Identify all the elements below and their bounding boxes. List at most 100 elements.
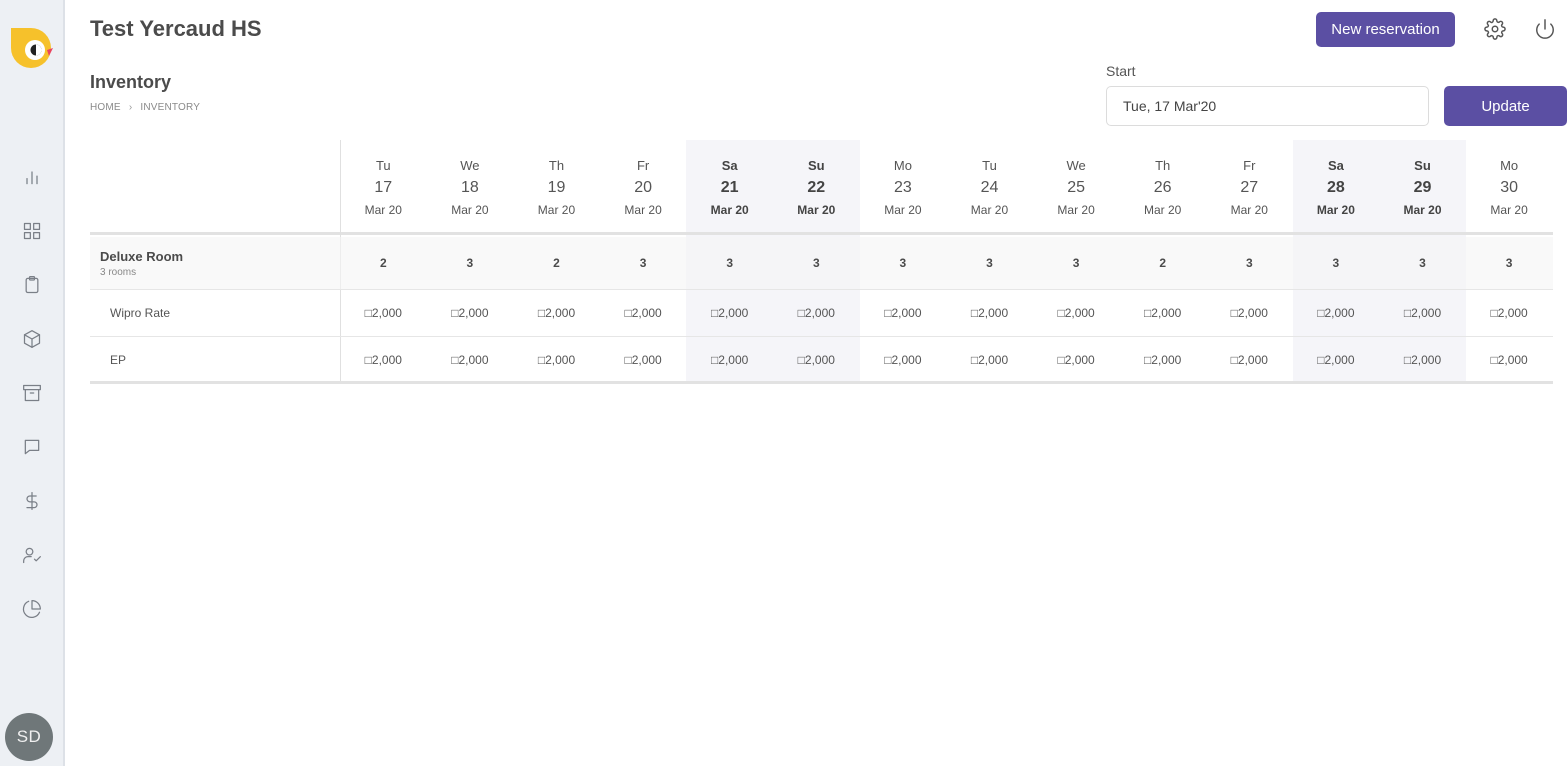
rate-cell[interactable]: □2,000 xyxy=(1119,353,1206,367)
rate-cell[interactable]: □2,000 xyxy=(513,353,600,367)
availability-cell[interactable]: 3 xyxy=(1379,256,1466,270)
rate-cell[interactable]: □2,000 xyxy=(773,353,860,367)
archive-icon[interactable] xyxy=(20,381,44,405)
rate-cell[interactable]: □2,000 xyxy=(340,306,427,320)
app-logo[interactable] xyxy=(9,26,53,68)
availability-cell[interactable]: 3 xyxy=(1466,256,1553,270)
dollar-icon[interactable] xyxy=(20,489,44,513)
chevron-right-icon: › xyxy=(128,102,133,113)
rate-cell[interactable]: □2,000 xyxy=(946,306,1033,320)
rate-cell[interactable]: □2,000 xyxy=(686,353,773,367)
date-month: Mar 20 xyxy=(624,203,662,217)
user-check-icon[interactable] xyxy=(20,543,44,567)
rate-row: Wipro Rate □2,000 □2,000 □2,000 □2,000 □2,000… xyxy=(90,290,1553,337)
date-dow: Mo xyxy=(893,158,912,173)
room-name[interactable]: Deluxe Room xyxy=(100,249,183,264)
rate-cell[interactable]: □2,000 xyxy=(1033,353,1120,367)
rate-cell[interactable]: □2,000 xyxy=(600,306,687,320)
grid-icon[interactable] xyxy=(20,219,44,243)
update-button[interactable]: Update xyxy=(1444,86,1567,126)
date-dow: Mo xyxy=(1500,158,1519,173)
date-column-header: Tu 17 Mar 20 xyxy=(340,140,427,235)
availability-cell[interactable]: 2 xyxy=(340,256,427,270)
availability-cell[interactable]: 3 xyxy=(600,256,687,270)
start-date-input[interactable] xyxy=(1106,86,1429,126)
rate-plan-name[interactable]: Wipro Rate xyxy=(110,306,170,320)
start-date-label: Start xyxy=(1106,63,1136,79)
availability-cell[interactable]: 3 xyxy=(427,256,514,270)
date-dow: Th xyxy=(548,158,565,173)
message-icon[interactable] xyxy=(20,435,44,459)
date-dow: Tu xyxy=(982,158,997,173)
date-dow: Sa xyxy=(1327,158,1344,173)
date-day: 24 xyxy=(980,179,999,196)
date-month: Mar 20 xyxy=(1403,203,1442,217)
pie-chart-icon[interactable] xyxy=(20,597,44,621)
rate-cell[interactable]: □2,000 xyxy=(1119,306,1206,320)
rate-cell[interactable]: □2,000 xyxy=(1466,353,1553,367)
rate-cell[interactable]: □2,000 xyxy=(427,353,514,367)
date-month: Mar 20 xyxy=(537,203,576,217)
rate-cell[interactable]: □2,000 xyxy=(513,306,600,320)
rate-cell[interactable]: □2,000 xyxy=(946,353,1033,367)
date-column-header: Mo 23 Mar 20 xyxy=(860,140,947,235)
date-month: Mar 20 xyxy=(451,203,489,217)
rate-cell[interactable]: □2,000 xyxy=(1206,306,1293,320)
breadcrumb: HOME › INVENTORY xyxy=(90,102,200,113)
availability-cell[interactable]: 3 xyxy=(946,256,1033,270)
page-title: Inventory xyxy=(90,72,172,92)
date-month: Mar 20 xyxy=(797,203,836,217)
date-day: 28 xyxy=(1326,179,1345,196)
date-day: 25 xyxy=(1067,179,1085,196)
date-day: 22 xyxy=(807,179,826,196)
rate-cell[interactable]: □2,000 xyxy=(600,353,687,367)
gear-icon[interactable] xyxy=(1483,17,1507,41)
breadcrumb-home[interactable]: HOME xyxy=(90,102,121,113)
availability-cell[interactable]: 2 xyxy=(1119,256,1206,270)
availability-cell[interactable]: 3 xyxy=(860,256,947,270)
date-day: 26 xyxy=(1153,179,1172,196)
room-row: Deluxe Room 3 rooms 23233333323333 xyxy=(90,237,1553,290)
rate-cell[interactable]: □2,000 xyxy=(1466,306,1553,320)
date-day: 30 xyxy=(1500,179,1518,196)
rate-plan-name[interactable]: EP xyxy=(110,353,126,367)
date-day: 18 xyxy=(460,179,479,196)
avatar[interactable]: SD xyxy=(5,713,53,761)
date-column-header: We 18 Mar 20 xyxy=(427,140,514,235)
availability-cell[interactable]: 3 xyxy=(773,256,860,270)
clipboard-icon[interactable] xyxy=(20,273,44,297)
power-icon[interactable] xyxy=(1533,17,1557,41)
rate-cell[interactable]: □2,000 xyxy=(860,353,947,367)
date-month: Mar 20 xyxy=(970,203,1009,217)
date-month: Mar 20 xyxy=(1230,203,1268,217)
rate-cell[interactable]: □2,000 xyxy=(773,306,860,320)
date-day: 29 xyxy=(1413,179,1432,196)
rate-cell[interactable]: □2,000 xyxy=(1293,353,1380,367)
box-icon[interactable] xyxy=(20,327,44,351)
rate-cell[interactable]: □2,000 xyxy=(1379,306,1466,320)
rate-cell[interactable]: □2,000 xyxy=(427,306,514,320)
date-month: Mar 20 xyxy=(884,203,922,217)
rate-cell[interactable]: □2,000 xyxy=(1033,306,1120,320)
availability-cell[interactable]: 3 xyxy=(1293,256,1380,270)
breadcrumb-current: INVENTORY xyxy=(140,102,201,113)
date-dow: Fr xyxy=(636,158,650,173)
rate-cell[interactable]: □2,000 xyxy=(340,353,427,367)
date-day: 23 xyxy=(893,179,912,196)
new-reservation-button[interactable]: New reservation xyxy=(1316,12,1455,47)
date-column-header: Fr 27 Mar 20 xyxy=(1206,140,1293,235)
date-month: Mar 20 xyxy=(1144,203,1182,217)
availability-cell[interactable]: 2 xyxy=(513,256,600,270)
availability-cell[interactable]: 3 xyxy=(1033,256,1120,270)
rate-cell[interactable]: □2,000 xyxy=(1379,353,1466,367)
rate-cell[interactable]: □2,000 xyxy=(686,306,773,320)
bar-chart-icon[interactable] xyxy=(20,165,44,189)
date-day: 27 xyxy=(1240,179,1259,196)
rate-cell[interactable]: □2,000 xyxy=(860,306,947,320)
rate-cell[interactable]: □2,000 xyxy=(1293,306,1380,320)
availability-cell[interactable]: 3 xyxy=(686,256,773,270)
date-dow: Tu xyxy=(375,158,391,173)
availability-cell[interactable]: 3 xyxy=(1206,256,1293,270)
rate-cell[interactable]: □2,000 xyxy=(1206,353,1293,367)
date-column-header: Su 29 Mar 20 xyxy=(1379,140,1466,235)
